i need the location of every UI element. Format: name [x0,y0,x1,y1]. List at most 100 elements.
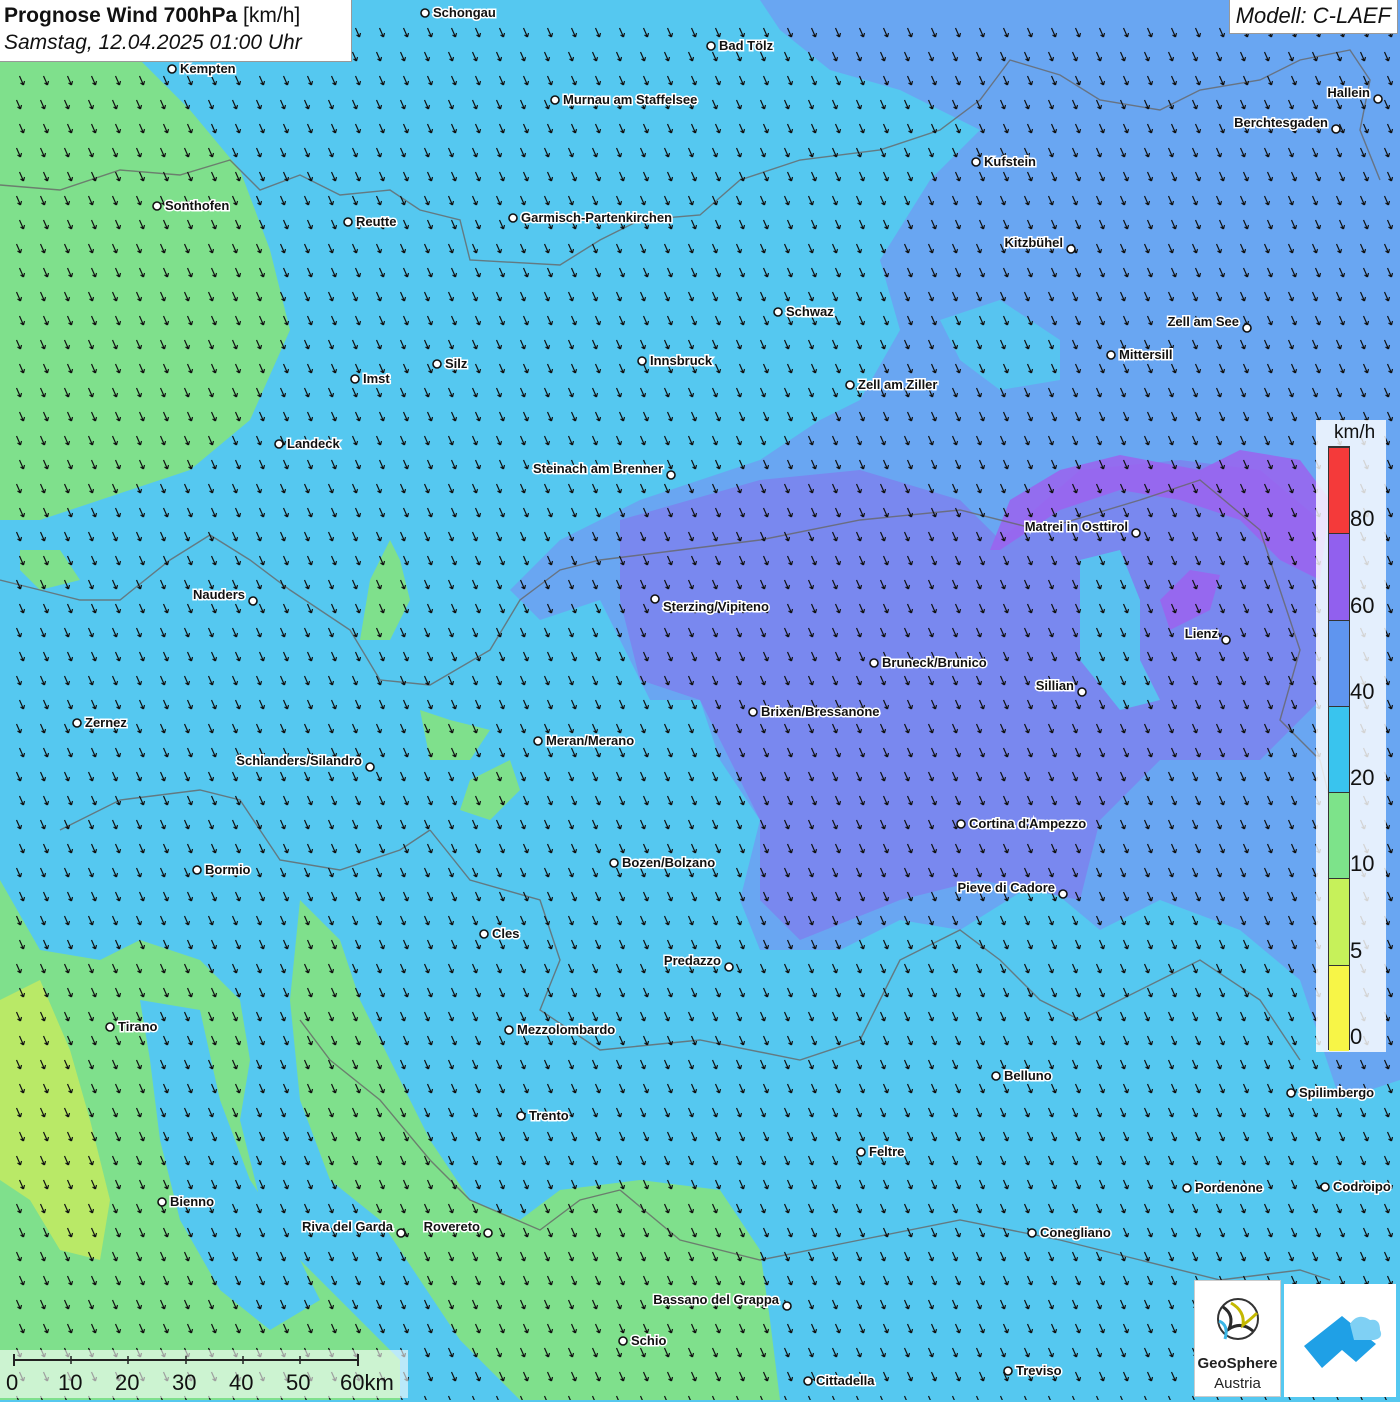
city-label: Murnau am Staffelsee [563,92,697,107]
city-label: Schio [631,1333,666,1348]
city-label: Bozen/Bolzano [622,855,715,870]
map-title-unit: [km/h] [243,4,301,27]
city-dot [533,736,543,746]
map-title-text: Prognose Wind 700hPa [4,4,238,27]
city-dot [1003,1366,1013,1376]
city-label: Pieve di Cadore [957,880,1055,895]
city-label: Zell am Ziller [858,377,937,392]
city-marker[interactable]: Spilimbergo [1286,1084,1376,1102]
city-marker[interactable]: Brixen/Bressanone [748,703,881,721]
city-label: Meran/Merano [546,733,634,748]
city-label: Tirano [118,1019,158,1034]
city-label: Bruneck/Brunico [882,655,987,670]
city-dot [956,819,966,829]
city-label: Trento [529,1108,569,1123]
city-marker[interactable]: Sonthofen [152,197,231,215]
city-marker[interactable]: Conegliano [1027,1224,1112,1242]
city-marker[interactable]: Meran/Merano [533,732,636,750]
geosphere-logo[interactable]: GeoSphere Austria [1194,1280,1281,1397]
city-label: Schlanders/Silandro [236,753,362,768]
city-label: Schongau [433,5,496,20]
city-label: Cittadella [816,1373,875,1388]
city-dot [618,1336,628,1346]
city-label: Lienz [1185,626,1219,641]
city-label: Schwaz [786,304,834,319]
city-dot [343,217,353,227]
city-dot [508,213,518,223]
city-label: Reutte [356,214,396,229]
city-label: Pordenone [1195,1180,1263,1195]
legend-color-step [1329,705,1349,793]
scale-bar: 0 10 20 30 40 50 60km [0,1350,408,1398]
city-dot [483,1228,493,1238]
city-dot [1077,687,1087,697]
city-label: Zernez [85,715,127,730]
city-label: Belluno [1004,1068,1052,1083]
city-marker[interactable]: Innsbruck [637,352,714,370]
city-label: Predazzo [664,953,721,968]
city-label: Bienno [170,1194,214,1209]
city-marker[interactable]: Garmisch-Partenkirchen [508,209,674,227]
city-dot [420,8,430,18]
city-dot [365,762,375,772]
city-dot [1182,1183,1192,1193]
city-dot [248,596,258,606]
city-label: Landeck [287,436,341,451]
city-label: Sonthofen [165,198,229,213]
city-label: Sillian [1036,678,1074,693]
city-label: Kempten [180,61,236,76]
city-dot [350,374,360,384]
city-marker[interactable]: Cortina d'Ampezzo [956,815,1088,833]
city-label: Riva del Garda [302,1219,394,1234]
city-marker[interactable]: Bruneck/Brunico [869,654,988,672]
scale-bar-label: 40 [229,1370,254,1395]
wind-map[interactable]: Schongau Bad Tölz Kempten Murnau am Staffel… [0,0,1400,1400]
weather-app-logo[interactable] [1284,1284,1396,1397]
city-dot [396,1228,406,1238]
scale-bar-label: 20 [115,1370,140,1395]
city-label: Nauders [193,587,245,602]
legend-label: 20 [1350,765,1375,791]
city-dot [1331,124,1341,134]
legend-color-step [1329,447,1349,534]
city-label: Conegliano [1040,1225,1111,1240]
city-marker[interactable]: Murnau am Staffelsee [550,91,699,109]
city-marker[interactable]: Mezzolombardo [504,1021,617,1039]
city-dot [550,95,560,105]
city-dot [845,380,855,390]
city-marker[interactable]: Bozen/Bolzano [609,854,717,872]
city-label: Sterzing/Vipiteno [663,599,769,614]
city-dot [1027,1228,1037,1238]
city-label: Codroipo [1333,1179,1391,1194]
legend-unit: km/h [1334,422,1376,443]
cloud-arrow-icon [1304,1316,1382,1368]
city-dot [869,658,879,668]
city-label: Mittersill [1119,347,1172,362]
scale-bar-label: 30 [172,1370,197,1395]
city-label: Kitzbühel [1005,235,1064,250]
city-dot [803,1376,813,1386]
legend-label: 0 [1350,1024,1363,1049]
city-label: Innsbruck [650,353,713,368]
city-marker[interactable]: Pordenone [1182,1179,1264,1197]
city-dot [1131,528,1141,538]
city-label: Berchtesgaden [1234,115,1328,130]
city-label: Spilimbergo [1299,1085,1374,1100]
city-dot [1286,1088,1296,1098]
city-dot [637,356,647,366]
city-label: Matrei in Osttirol [1025,519,1128,534]
city-label: Treviso [1016,1363,1062,1378]
city-label: Steinach am Brenner [533,461,663,476]
city-dot [856,1147,866,1157]
legend-color-step [1329,619,1349,706]
city-dot [1106,350,1116,360]
city-dot [782,1301,792,1311]
city-dot [1066,244,1076,254]
city-dot [748,707,758,717]
city-marker[interactable]: Zell am Ziller [845,376,939,394]
city-dot [609,858,619,868]
city-dot [105,1022,115,1032]
city-dot [1242,323,1252,333]
logo-line1: GeoSphere [1197,1355,1278,1372]
city-marker[interactable]: Schongau [420,4,497,22]
